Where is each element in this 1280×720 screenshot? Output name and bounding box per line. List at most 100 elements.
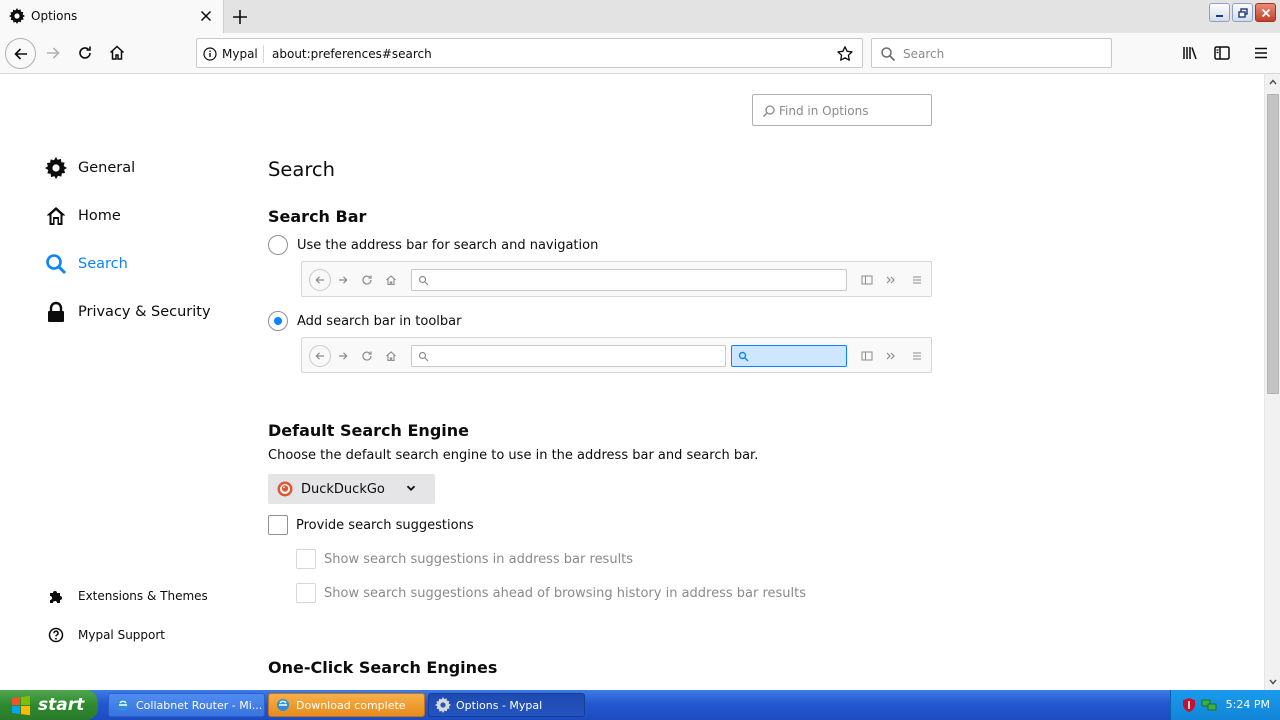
sidebar-icon: [859, 272, 875, 288]
preview-search-field: [731, 345, 847, 367]
vertical-scrollbar[interactable]: [1264, 74, 1280, 690]
checkbox[interactable]: [296, 549, 316, 569]
system-tray: 5:24 PM: [1170, 690, 1280, 720]
library-icon[interactable]: [1181, 44, 1199, 62]
checkbox[interactable]: [268, 515, 288, 535]
radio-toolbar-search[interactable]: Add search bar in toolbar: [268, 310, 461, 332]
minimize-button[interactable]: [1209, 3, 1230, 22]
reload-icon: [79, 46, 91, 59]
window-close-button[interactable]: [1255, 3, 1276, 22]
search-icon: [418, 275, 429, 286]
scroll-down-button[interactable]: [1265, 674, 1280, 690]
default-engine-select[interactable]: DuckDuckGo: [268, 474, 435, 504]
forward-button[interactable]: [41, 41, 65, 65]
address-bar[interactable]: Mypal about:preferences#search: [196, 38, 863, 68]
sidebar-item-home[interactable]: Home: [44, 202, 121, 230]
sidebar-item-extensions[interactable]: Extensions & Themes: [48, 586, 208, 606]
toolbar-search-preview: [301, 337, 932, 373]
checkbox-suggestions-ahead[interactable]: Show search suggestions ahead of browsin…: [296, 582, 806, 604]
taskbar-item-label: Collabnet Router - Mi...: [136, 698, 263, 712]
overflow-icon: [883, 348, 899, 364]
preview-url-field: [411, 345, 726, 367]
toolbar-search-input[interactable]: Search: [871, 38, 1112, 68]
radio-label: Use the address bar for search and navig…: [297, 237, 599, 253]
sidebar-item-support[interactable]: Mypal Support: [48, 625, 165, 645]
star-icon[interactable]: [836, 45, 854, 63]
ie-icon: [277, 699, 289, 711]
restore-button[interactable]: [1232, 3, 1253, 22]
overflow-icon: [883, 272, 899, 288]
windows-logo-icon: [12, 695, 30, 716]
home-button[interactable]: [105, 41, 129, 65]
scroll-up-button[interactable]: [1265, 74, 1280, 90]
back-button[interactable]: [5, 38, 36, 69]
search-icon: [881, 47, 896, 62]
default-engine-heading: Default Search Engine: [268, 421, 469, 440]
gear-icon: [435, 697, 451, 713]
search-placeholder: Search: [903, 47, 945, 61]
find-in-options-input[interactable]: Find in Options: [752, 94, 932, 126]
taskbar-item-download[interactable]: Download complete: [268, 693, 425, 717]
arrow-left-icon: [309, 345, 331, 367]
divider: [263, 45, 264, 63]
new-tab-icon[interactable]: [230, 7, 250, 27]
checkbox-suggestions-address-bar[interactable]: Show search suggestions in address bar r…: [296, 548, 633, 570]
site-identity[interactable]: Mypal: [203, 46, 258, 62]
info-icon: [203, 47, 217, 61]
default-engine-description: Choose the default search engine to use …: [268, 448, 759, 463]
home-icon: [109, 45, 125, 60]
chevron-down-icon: [1269, 679, 1277, 685]
radio-address-bar[interactable]: Use the address bar for search and navig…: [268, 234, 598, 256]
close-icon[interactable]: [198, 8, 214, 24]
taskbar-item-label: Download complete: [296, 698, 406, 712]
radio-button[interactable]: [268, 311, 288, 331]
tab-options[interactable]: Options: [0, 0, 224, 33]
reload-icon: [359, 348, 375, 364]
reload-button[interactable]: [73, 41, 97, 65]
sidebar-icon: [859, 348, 875, 364]
one-click-heading: One-Click Search Engines: [268, 658, 498, 677]
sidebar-item-general[interactable]: General: [44, 154, 135, 182]
hamburger-menu-icon[interactable]: [1252, 44, 1270, 62]
arrow-right-icon: [335, 348, 351, 364]
start-button[interactable]: start: [0, 690, 98, 720]
preview-url-field: [411, 269, 847, 291]
checkbox-provide-suggestions[interactable]: Provide search suggestions: [268, 514, 474, 536]
hamburger-menu-icon: [909, 348, 925, 364]
search-icon: [738, 351, 749, 362]
search-icon: [763, 105, 775, 117]
sidebar-item-privacy[interactable]: Privacy & Security: [44, 298, 211, 326]
sidebar-item-label: Privacy & Security: [78, 304, 211, 320]
sidebar-item-label: Mypal Support: [78, 628, 166, 642]
checkbox-label: Show search suggestions ahead of browsin…: [324, 585, 807, 601]
ie-icon: [117, 699, 129, 711]
home-icon: [383, 272, 399, 288]
shield-icon[interactable]: [1181, 697, 1197, 713]
url-text[interactable]: about:preferences#search: [272, 47, 432, 61]
minimize-icon: [1215, 14, 1223, 17]
clock: 5:24 PM: [1225, 698, 1270, 711]
sidebar-item-search[interactable]: Search: [44, 250, 128, 278]
sidebar-icon[interactable]: [1213, 44, 1231, 62]
address-bar-preview: [301, 261, 932, 297]
search-icon: [44, 252, 68, 276]
lock-icon: [44, 300, 68, 324]
checkbox-label: Show search suggestions in address bar r…: [324, 551, 634, 567]
arrow-right-icon: [335, 272, 351, 288]
scroll-thumb[interactable]: [1267, 94, 1279, 394]
arrow-left-icon: [309, 269, 331, 291]
chevron-up-icon: [1269, 79, 1277, 85]
tab-strip: Options: [0, 0, 1280, 33]
taskbar-item-mypal[interactable]: Options - Mypal: [428, 693, 585, 717]
selected-engine: DuckDuckGo: [301, 481, 385, 497]
home-icon: [44, 204, 68, 228]
nav-bar: Mypal about:preferences#search Search: [0, 33, 1280, 74]
close-icon: [1261, 8, 1270, 17]
sidebar-item-label: Search: [78, 256, 128, 272]
search-icon: [418, 351, 429, 362]
taskbar-item-router[interactable]: Collabnet Router - Mi...: [108, 693, 265, 717]
window-controls: [1209, 3, 1276, 23]
radio-button[interactable]: [268, 235, 288, 255]
checkbox[interactable]: [296, 583, 316, 603]
network-icon[interactable]: [1201, 697, 1217, 713]
